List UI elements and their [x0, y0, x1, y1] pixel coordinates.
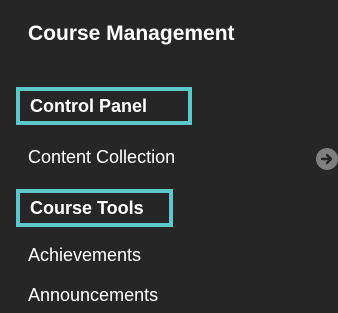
course-tools-section[interactable]: Course Tools [16, 189, 173, 227]
control-panel-section[interactable]: Control Panel [16, 87, 192, 125]
achievements-item[interactable]: Achievements [28, 245, 141, 266]
content-collection-item[interactable]: Content Collection [28, 147, 175, 168]
announcements-item[interactable]: Announcements [28, 285, 158, 306]
course-management-panel: Course Management Control Panel Content … [0, 0, 338, 313]
course-tools-label: Course Tools [30, 197, 144, 218]
course-management-heading: Course Management [28, 22, 235, 45]
arrow-right-circle-icon[interactable] [316, 148, 338, 170]
control-panel-label: Control Panel [30, 95, 148, 116]
